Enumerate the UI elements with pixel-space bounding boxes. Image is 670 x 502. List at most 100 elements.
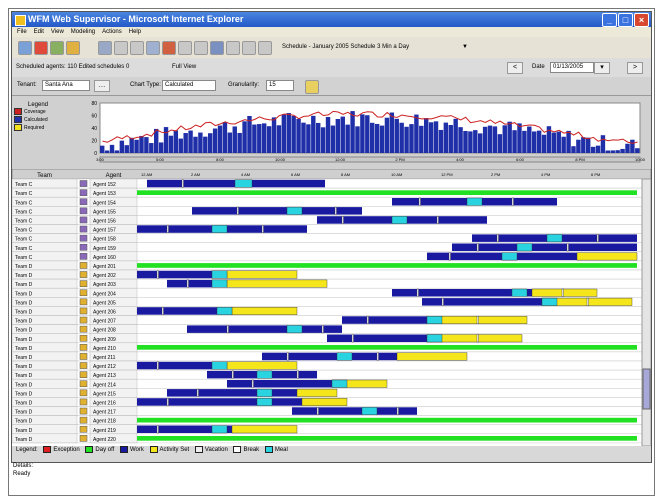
coverage-histogram-panel: Legend Coverage Calculated Required 80 60… [12,96,651,170]
menu-actions[interactable]: Actions [102,27,122,37]
activity-block [226,279,328,288]
agent-name: Agent 209 [93,337,116,343]
home-icon[interactable] [66,41,80,55]
grid-icon[interactable] [226,41,240,55]
meal-block [361,407,378,416]
dropdown-arrow-icon[interactable]: ▼ [462,44,468,50]
team-name: Team D [15,437,33,443]
pencil-icon[interactable] [305,80,319,94]
histogram-x-tick: 10:00 [635,157,646,162]
activity-block [531,288,598,297]
meal-block [501,252,518,261]
activity-set-swatch [149,446,158,453]
meal-block [516,243,533,252]
histogram-y-tick: 80 [91,101,97,107]
tenant-browse-button[interactable]: … [94,80,110,92]
meal-block [426,316,443,325]
menu-modeling[interactable]: Modeling [71,27,95,37]
chart-icon[interactable] [242,41,256,55]
team-name: Team C [15,219,33,225]
prev-date-button[interactable]: < [507,62,523,74]
view-option-select[interactable]: Full View [172,64,196,70]
granularity-label: Granularity: [228,82,260,88]
histogram-bar [109,144,115,153]
break-block [351,334,354,343]
agent-name: Agent 201 [93,264,116,270]
histogram-y-tick: 40 [91,126,97,132]
agent-icon [79,216,88,224]
histogram-bar [232,126,237,153]
histogram-bar [149,143,154,153]
delete-icon[interactable] [162,41,176,55]
break-block [511,197,514,206]
histogram-bar [257,124,262,153]
menu-view[interactable]: View [51,27,64,37]
close-button[interactable]: × [634,13,649,27]
day-off-block [137,417,637,423]
schedule-selector[interactable]: Schedule - January 2005 Schedule 3 Min a… [282,44,409,50]
calendar-button[interactable]: ▾ [594,62,610,74]
histogram-bar [193,136,198,153]
histogram-bar [438,129,444,153]
cut-icon[interactable] [98,41,112,55]
tenant-label: Tenant: [17,82,37,88]
break-block [286,352,289,361]
refresh-icon[interactable] [50,41,64,55]
tenant-select[interactable]: Santa Ana [42,80,90,91]
menu-bar: File Edit View Modeling Actions Help [12,27,651,37]
back-icon[interactable] [18,41,32,55]
menu-edit[interactable]: Edit [34,27,44,37]
agent-icon [79,362,88,369]
agent-icon [79,225,88,233]
minimize-button[interactable]: _ [602,13,617,27]
break-block [161,306,164,315]
agent-icon [79,280,88,287]
date-input[interactable]: 01/13/2005 [550,62,594,73]
histogram-bar [325,117,331,153]
histogram-bar [139,135,144,153]
agent-icon [79,371,88,378]
histogram-bar [497,134,503,153]
histogram-bar [600,135,606,153]
chart-type-label: Chart Type: [130,82,161,88]
work-block [342,316,427,324]
granularity-select[interactable]: 15 [266,80,294,91]
break-block [436,216,439,224]
histogram-bar [419,125,424,153]
break-block [186,279,189,288]
meal-block [426,334,443,343]
chart-type-select[interactable]: Calculated [162,80,216,91]
undo-icon[interactable] [178,41,192,55]
maximize-button[interactable]: □ [618,13,633,27]
stop-icon[interactable] [34,41,48,55]
chart-options-bar: Tenant: Santa Ana … Chart Type: Calculat… [12,77,651,96]
schedule-icon[interactable] [210,41,224,55]
menu-help[interactable]: Help [129,27,141,37]
date-label: Date [532,64,545,70]
break-block [561,288,564,297]
team-name: Team D [15,319,33,325]
redo-icon[interactable] [194,41,208,55]
break-block [448,252,451,261]
histogram-bar [198,132,203,153]
histogram-legend: Legend Coverage Calculated Required [14,102,62,150]
scheduled-agents-text: Scheduled agents: 110 Edited schedules 0 [16,64,130,70]
copy-icon[interactable] [114,41,128,55]
meal-block [211,270,228,279]
histogram-bar [512,130,517,153]
menu-file[interactable]: File [17,27,27,37]
settings-icon[interactable] [258,41,272,55]
histogram-bar [330,125,336,153]
histogram-bar [384,117,390,153]
break-block [181,179,184,188]
agent-icon [79,353,88,360]
histogram-bar [242,121,247,153]
work-block [167,389,297,397]
window-title: WFM Web Supervisor - Microsoft Internet … [28,14,244,24]
histogram-bar [541,134,547,153]
break-block [166,397,169,406]
next-date-button[interactable]: > [627,62,643,74]
find-icon[interactable] [146,41,160,55]
paste-icon[interactable] [130,41,144,55]
histogram-bar [625,143,630,153]
